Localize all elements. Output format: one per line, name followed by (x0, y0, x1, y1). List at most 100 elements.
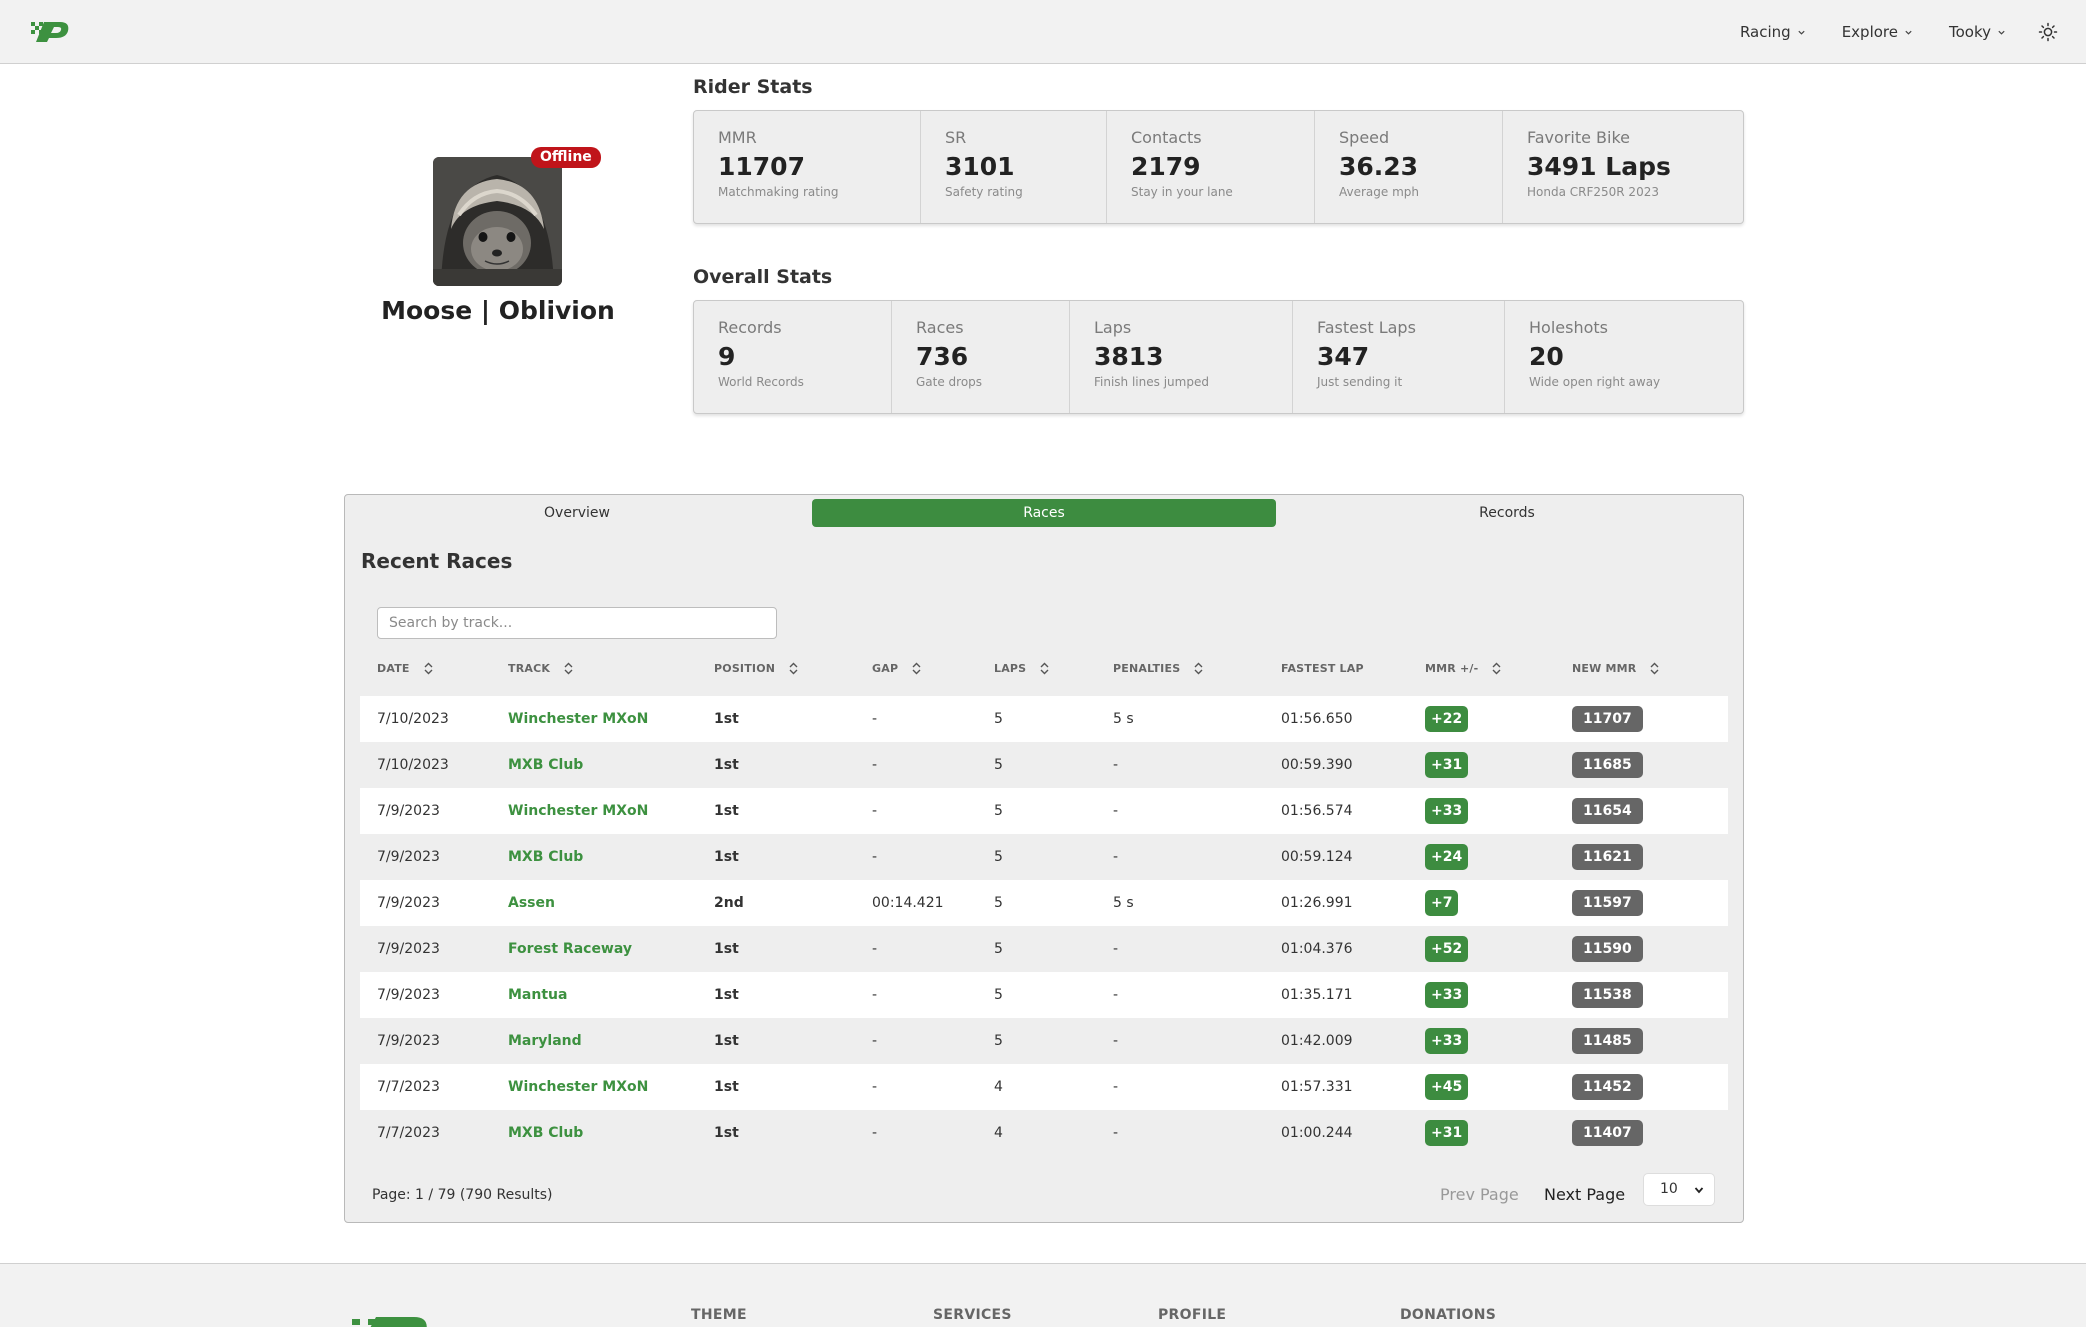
cell-gap: - (872, 757, 878, 773)
status-badge: Offline (531, 147, 601, 168)
cell-laps: 4 (994, 1125, 1003, 1141)
cell-gap: - (872, 1125, 878, 1141)
stat-desc: World Records (718, 375, 804, 389)
column-header-gap[interactable]: GAP (872, 662, 921, 675)
sun-icon[interactable] (2038, 22, 2058, 42)
table-row: 7/9/2023 Maryland 1st - 5 - 01:42.009 +3… (360, 1018, 1728, 1064)
recent-races-title: Recent Races (361, 549, 513, 573)
cell-track-link[interactable]: MXB Club (508, 834, 583, 880)
cell-penalties: - (1113, 987, 1119, 1003)
column-header-laps[interactable]: LAPS (994, 662, 1049, 675)
cell-fastest-lap: 01:04.376 (1281, 941, 1353, 957)
tab-overview[interactable]: Overview (461, 499, 693, 527)
page-size-value: 10 (1660, 1181, 1678, 1197)
footer-heading-profile: PROFILE (1158, 1307, 1227, 1323)
cell-position: 1st (714, 757, 739, 773)
site-logo[interactable] (30, 18, 80, 46)
cell-date: 7/9/2023 (377, 849, 440, 865)
stat-favorite-bike: Favorite Bike 3491 Laps Honda CRF250R 20… (1503, 111, 1743, 223)
mmr-change-badge: +31 (1425, 752, 1469, 778)
cell-date: 7/9/2023 (377, 987, 440, 1003)
chevron-down-icon (1905, 30, 1912, 35)
stat-desc: Average mph (1339, 185, 1420, 199)
cell-track-link[interactable]: Maryland (508, 1018, 582, 1064)
page-size-select[interactable]: 10 (1643, 1173, 1715, 1206)
table-row: 7/7/2023 Winchester MXoN 1st - 4 - 01:57… (360, 1064, 1728, 1110)
nav-explore[interactable]: Explore (1842, 23, 1913, 41)
cell-track-link[interactable]: Forest Raceway (508, 926, 632, 972)
stat-desc: Gate drops (916, 375, 983, 389)
cell-fastest-lap: 01:26.991 (1281, 895, 1353, 911)
cell-laps: 4 (994, 1079, 1003, 1095)
cell-fastest-lap: 01:57.331 (1281, 1079, 1353, 1095)
new-mmr-badge: 11597 (1572, 890, 1643, 916)
stat-holeshots: Holeshots 20 Wide open right away (1505, 301, 1743, 413)
cell-track-link[interactable]: Winchester MXoN (508, 788, 648, 834)
cell-position: 1st (714, 849, 739, 865)
cell-track-link[interactable]: Winchester MXoN (508, 1064, 648, 1110)
stat-value: 36.23 (1339, 152, 1419, 181)
column-header-date[interactable]: DATE (377, 662, 433, 675)
cell-track-link[interactable]: Assen (508, 880, 555, 926)
stat-label: Races (916, 318, 964, 337)
new-mmr-badge: 11654 (1572, 798, 1643, 824)
column-header-label: POSITION (714, 662, 776, 675)
stat-label: Contacts (1131, 128, 1202, 147)
column-header-label: DATE (377, 662, 410, 675)
sort-icon (1650, 662, 1659, 675)
cell-penalties: - (1113, 803, 1119, 819)
cell-fastest-lap: 00:59.124 (1281, 849, 1353, 865)
pagination-info: Page: 1 / 79 (790 Results) (372, 1187, 553, 1203)
column-header-penalties[interactable]: PENALTIES (1113, 662, 1203, 675)
cell-track-link[interactable]: Mantua (508, 972, 567, 1018)
table-row: 7/9/2023 Winchester MXoN 1st - 5 - 01:56… (360, 788, 1728, 834)
cell-date: 7/7/2023 (377, 1079, 440, 1095)
stat-label: Favorite Bike (1527, 128, 1630, 147)
cell-laps: 5 (994, 849, 1003, 865)
stat-sr: SR 3101 Safety rating (921, 111, 1107, 223)
cell-position: 2nd (714, 895, 744, 911)
mmr-change-badge: +52 (1425, 936, 1469, 962)
column-header-position[interactable]: POSITION (714, 662, 798, 675)
cell-gap: - (872, 987, 878, 1003)
column-header-mmr-change[interactable]: MMR +/- (1425, 662, 1501, 675)
stat-contacts: Contacts 2179 Stay in your lane (1107, 111, 1315, 223)
cell-track-link[interactable]: Winchester MXoN (508, 696, 648, 742)
cell-penalties: - (1113, 1125, 1119, 1141)
cell-position: 1st (714, 1079, 739, 1095)
nav-racing[interactable]: Racing (1740, 23, 1806, 41)
next-page-button[interactable]: Next Page (1544, 1185, 1625, 1204)
stat-races: Races 736 Gate drops (892, 301, 1070, 413)
stat-value: 3813 (1094, 342, 1164, 371)
stat-desc: Wide open right away (1529, 375, 1661, 389)
mmr-change-badge: +31 (1425, 1120, 1469, 1146)
chevron-down-icon (1694, 1187, 1704, 1194)
footer-heading-donations: DONATIONS (1400, 1307, 1497, 1323)
footer-heading-services: SERVICES (933, 1307, 1012, 1323)
cell-date: 7/10/2023 (377, 757, 449, 773)
stat-desc: Safety rating (945, 185, 1023, 199)
column-header-new-mmr[interactable]: NEW MMR (1572, 662, 1659, 675)
cell-track-link[interactable]: MXB Club (508, 1110, 583, 1156)
stat-label: Records (718, 318, 782, 337)
tab-records[interactable]: Records (1391, 499, 1623, 527)
footer-heading-theme: THEME (691, 1307, 747, 1323)
mmr-change-badge: +22 (1425, 706, 1469, 732)
cell-track-link[interactable]: MXB Club (508, 742, 583, 788)
column-header-label: MMR +/- (1425, 662, 1479, 675)
cell-penalties: - (1113, 757, 1119, 773)
stat-label: Holeshots (1529, 318, 1608, 337)
nav-user-label: Tooky (1949, 23, 1991, 41)
nav-user-menu[interactable]: Tooky (1949, 23, 2006, 41)
cell-position: 1st (714, 941, 739, 957)
cell-fastest-lap: 00:59.390 (1281, 757, 1353, 773)
table-row: 7/7/2023 MXB Club 1st - 4 - 01:00.244 +3… (360, 1110, 1728, 1156)
column-header-track[interactable]: TRACK (508, 662, 573, 675)
prev-page-button[interactable]: Prev Page (1440, 1185, 1519, 1204)
cell-laps: 5 (994, 757, 1003, 773)
tab-races[interactable]: Races (812, 499, 1276, 527)
sort-icon (424, 662, 433, 675)
track-search-input[interactable] (377, 607, 777, 639)
cell-gap: - (872, 849, 878, 865)
stat-desc: Honda CRF250R 2023 (1527, 185, 1659, 199)
